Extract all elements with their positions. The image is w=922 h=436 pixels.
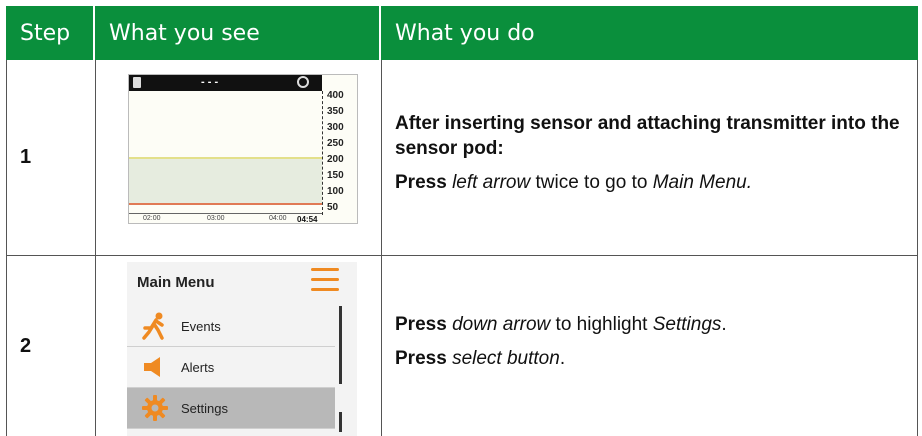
menu-item-alerts: Alerts [127,347,335,388]
scrollbar-thumb [339,412,342,432]
instruction-line: Press left arrow twice to go to Main Men… [395,172,752,193]
instruction-line: Press select button. [395,348,566,369]
main-menu-screen: Main Menu Events Alerts Settings [127,262,357,436]
target-zone [129,157,322,203]
action-cell: After inserting sensor and attaching tra… [381,60,918,255]
transmitter-icon [133,77,141,88]
menu-item-label: Settings [181,400,228,416]
x-axis [129,213,322,214]
y-tick-label: 100 [327,186,344,197]
table-header: Step What you see What you do [6,6,918,60]
menu-item-events: Events [127,306,335,347]
low-limit-line [129,203,322,205]
action-cell: Press down arrow to highlight Settings. … [381,256,918,436]
menu-title: Main Menu [137,274,215,291]
menu-item-settings: Settings [127,388,335,429]
instruction-heading: After inserting sensor and attaching tra… [395,113,900,159]
sensor-status-text: - - - [201,76,219,88]
high-limit-line [129,157,322,159]
step-cell: 1 [6,60,95,255]
y-tick-label: 150 [327,170,344,181]
menu-item-label: Events [181,318,221,334]
gear-icon [139,394,171,422]
x-tick-label: 04:00 [269,215,287,222]
step-number: 1 [20,146,32,168]
y-tick-label: 350 [327,106,344,117]
header-what-you-see: What you see [95,6,381,60]
instruction-line: Press down arrow to highlight Settings. [395,314,727,335]
speaker-icon [139,353,171,381]
x-tick-label: 03:00 [207,215,225,222]
y-tick-label: 300 [327,122,344,133]
running-person-icon [139,312,171,340]
y-tick-label: 250 [327,138,344,149]
calibration-icon [297,76,309,88]
header-what-you-do: What you do [395,20,535,46]
y-tick-label: 400 [327,90,344,101]
header-step: Step [6,6,95,60]
step-cell: 2 [6,256,95,436]
y-axis [322,91,324,215]
step-number: 2 [20,334,32,357]
y-tick-label: 200 [327,154,344,165]
status-bar: - - - [129,75,322,91]
x-tick-label: 02:00 [143,215,161,222]
menu-item-label: Alerts [181,359,215,375]
current-time: 04:54 [297,215,318,224]
scrollbar [339,306,342,384]
menu-icon [311,268,339,292]
y-tick-label: 50 [327,202,339,213]
sensor-graph-screen: - - - 400 350 300 250 200 150 100 50 02:… [128,74,358,224]
